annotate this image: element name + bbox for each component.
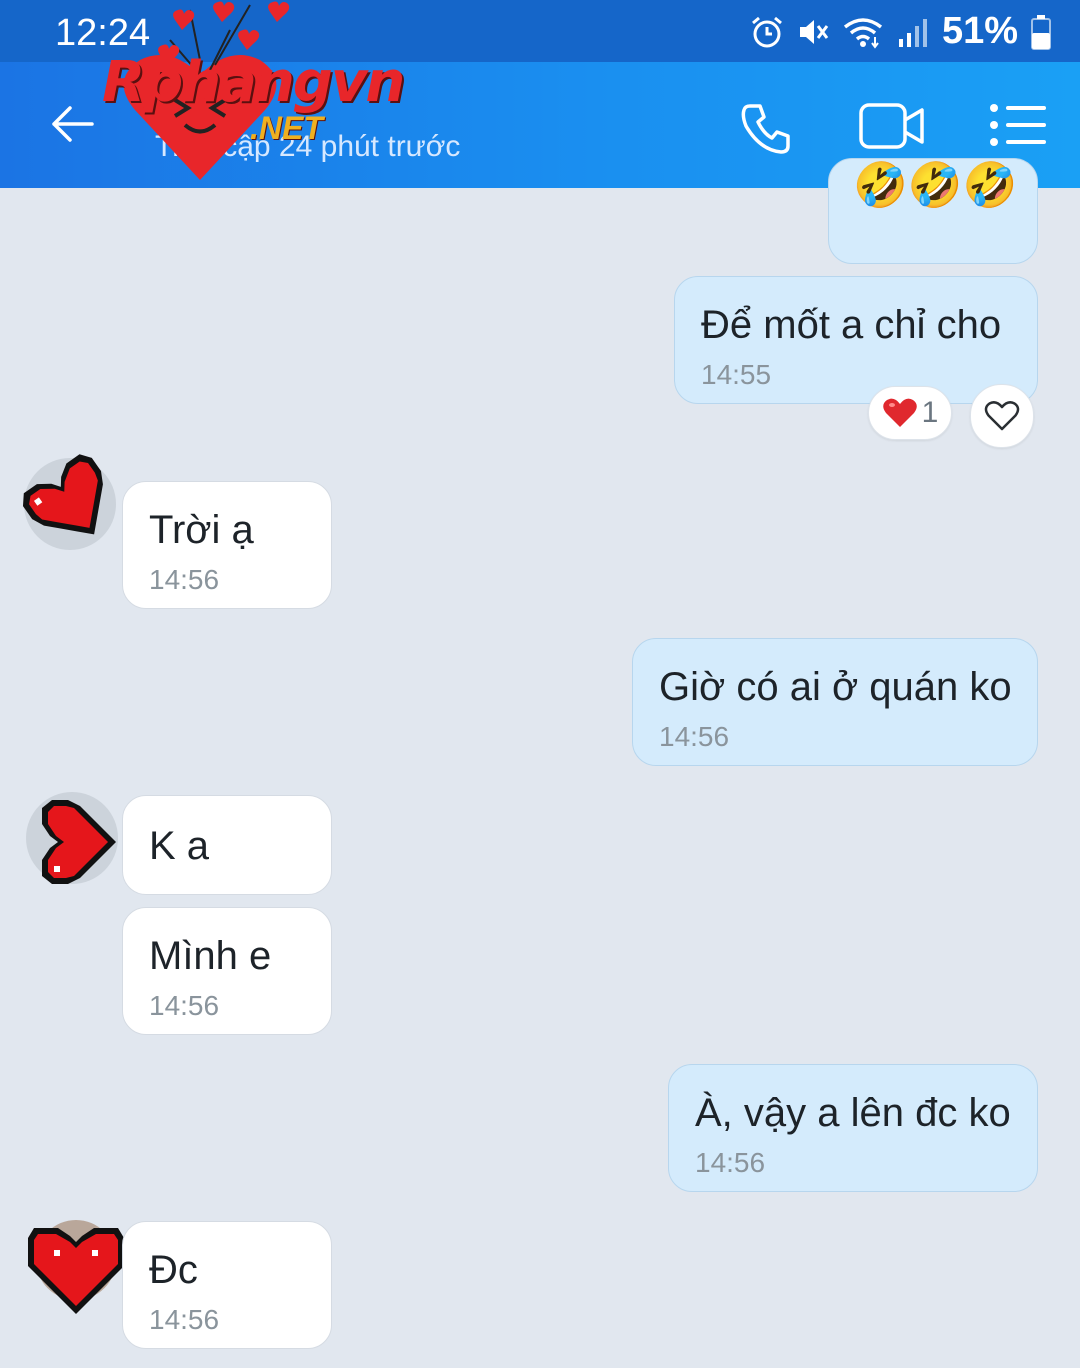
message-text: K a	[149, 824, 210, 868]
message-text: Mình e	[149, 934, 272, 978]
status-icons: 51%	[750, 10, 1052, 53]
message-text: À, vậy a lên đc ko	[695, 1091, 1011, 1135]
menu-list-icon[interactable]	[988, 100, 1048, 150]
message-text: Để mốt a chỉ cho	[701, 303, 1002, 347]
watermark-logo: Rphangvn .NET	[50, 0, 405, 185]
watermark-text: Rphangvn	[102, 50, 405, 115]
reaction-count: 1	[921, 396, 939, 429]
mute-icon	[799, 19, 829, 44]
heart-outline-icon	[984, 401, 1020, 431]
message-bubble-incoming[interactable]: K a	[122, 795, 332, 895]
message-text: Giờ có ai ở quán ko	[659, 665, 1012, 709]
message-text: 🤣🤣🤣	[853, 161, 1018, 210]
message-bubble-outgoing[interactable]: À, vậy a lên đc ko 14:56	[668, 1064, 1038, 1192]
message-bubble-incoming[interactable]: Mình e 14:56	[122, 907, 332, 1035]
message-bubble-incoming[interactable]: Trời ạ 14:56	[122, 481, 332, 609]
phone-icon[interactable]	[738, 100, 794, 156]
battery-percent: 51%	[941, 10, 1018, 52]
message-time: 14:56	[695, 1147, 766, 1178]
message-list[interactable]: 🤣🤣🤣 Để mốt a chỉ cho 14:55 1 Trời ạ 14:5…	[0, 158, 1080, 1368]
message-time: 14:56	[659, 721, 730, 752]
pixel-heart-avatar[interactable]	[24, 1218, 128, 1318]
message-bubble-outgoing[interactable]: Giờ có ai ở quán ko 14:56	[632, 638, 1038, 766]
pixel-heart-avatar[interactable]	[22, 788, 126, 896]
message-time: 14:56	[149, 1304, 220, 1335]
alarm-icon	[751, 16, 782, 47]
add-reaction-button[interactable]	[970, 384, 1034, 448]
video-call-icon[interactable]	[858, 100, 926, 152]
reaction-badge[interactable]: 1	[868, 386, 952, 440]
wifi-icon	[843, 17, 883, 49]
battery-icon	[1031, 14, 1051, 50]
pixel-heart-avatar[interactable]	[18, 446, 122, 554]
red-heart-icon	[882, 398, 917, 427]
message-bubble-outgoing[interactable]: Để mốt a chỉ cho 14:55	[674, 276, 1038, 404]
message-text: Trời ạ	[149, 508, 254, 552]
message-time: 14:55	[701, 359, 772, 390]
message-time: 14:56	[149, 990, 220, 1021]
message-bubble-outgoing[interactable]: 🤣🤣🤣	[828, 158, 1038, 264]
message-bubble-incoming[interactable]: Đc 14:56	[122, 1221, 332, 1349]
watermark-net: .NET	[250, 110, 323, 146]
message-text: Đc	[149, 1248, 198, 1292]
signal-icon	[898, 18, 927, 47]
message-time: 14:56	[149, 564, 220, 595]
